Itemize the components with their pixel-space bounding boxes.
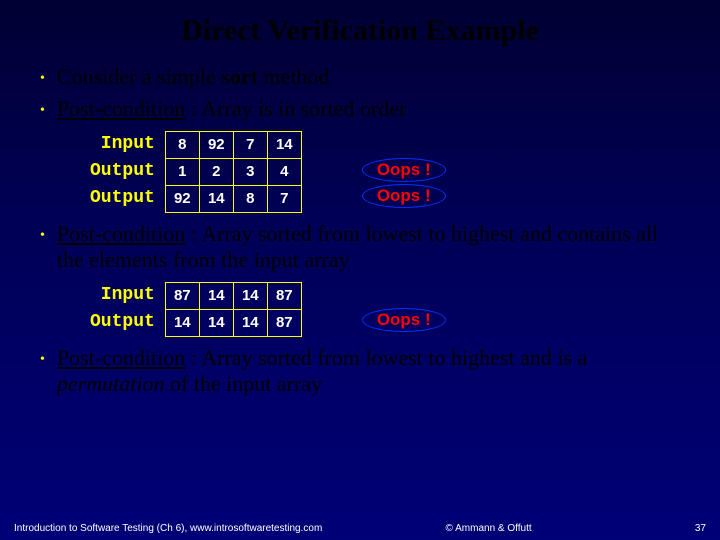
example-1: Input Output Output 8 92 7 14 1 2 3 4 92… bbox=[90, 131, 690, 213]
bullet-3-text: Post-condition : Array sorted from lowes… bbox=[57, 221, 690, 274]
bullet-4-label: Post-condition bbox=[57, 345, 185, 370]
slide-content: • Consider a simple sort method • Post-c… bbox=[0, 64, 720, 397]
bullet-4-text: Post-condition : Array sorted from lowes… bbox=[57, 345, 690, 398]
row-label: Input bbox=[90, 282, 155, 309]
bullet-2-text: Post-condition : Array is in sorted orde… bbox=[57, 96, 407, 122]
page-number: 37 bbox=[695, 523, 706, 534]
bullet-2-label: Post-condition bbox=[57, 96, 185, 121]
bullet-1-post: method bbox=[258, 64, 330, 89]
bullet-2-rest: : Array is in sorted order bbox=[185, 96, 406, 121]
table-cell: 4 bbox=[267, 158, 301, 185]
bullet-1-text: Consider a simple sort method bbox=[57, 64, 330, 90]
slide-title: Direct Verification Example bbox=[0, 0, 720, 58]
table-row: 8 92 7 14 bbox=[165, 131, 301, 158]
example-2-labels: Input Output bbox=[90, 282, 155, 336]
table-cell: 14 bbox=[199, 282, 233, 309]
table-cell: 7 bbox=[233, 131, 267, 158]
table-cell: 2 bbox=[199, 158, 233, 185]
example-1-oops-group: Oops ! Oops ! bbox=[362, 158, 446, 208]
bullet-1-bold: sort bbox=[221, 64, 258, 89]
bullet-dot-icon: • bbox=[40, 228, 45, 244]
table-cell: 14 bbox=[267, 131, 301, 158]
example-2: Input Output 87 14 14 87 14 14 14 87 Oop… bbox=[90, 282, 690, 337]
bullet-3-label: Post-condition bbox=[57, 221, 185, 246]
oops-badge: Oops ! bbox=[362, 158, 446, 182]
row-label: Output bbox=[90, 309, 155, 336]
bullet-1: • Consider a simple sort method bbox=[40, 64, 690, 90]
row-label: Output bbox=[90, 185, 155, 212]
table-cell: 14 bbox=[199, 309, 233, 336]
bullet-1-pre: Consider a simple bbox=[57, 64, 221, 89]
table-cell: 3 bbox=[233, 158, 267, 185]
row-label: Output bbox=[90, 158, 155, 185]
bullet-4: • Post-condition : Array sorted from low… bbox=[40, 345, 690, 398]
table-cell: 14 bbox=[165, 309, 199, 336]
footer: Introduction to Software Testing (Ch 6),… bbox=[0, 523, 720, 534]
bullet-4-italic: permutation bbox=[57, 371, 165, 396]
table-cell: 8 bbox=[165, 131, 199, 158]
table-cell: 7 bbox=[267, 185, 301, 212]
table-cell: 14 bbox=[233, 282, 267, 309]
table-cell: 92 bbox=[199, 131, 233, 158]
table-row: 92 14 8 7 bbox=[165, 185, 301, 212]
table-cell: 87 bbox=[165, 282, 199, 309]
oops-badge: Oops ! bbox=[362, 184, 446, 208]
table-cell: 92 bbox=[165, 185, 199, 212]
table-cell: 87 bbox=[267, 309, 301, 336]
table-cell: 14 bbox=[233, 309, 267, 336]
example-1-labels: Input Output Output bbox=[90, 131, 155, 212]
table-cell: 1 bbox=[165, 158, 199, 185]
footer-left: Introduction to Software Testing (Ch 6),… bbox=[14, 523, 322, 534]
table-cell: 8 bbox=[233, 185, 267, 212]
example-1-table: 8 92 7 14 1 2 3 4 92 14 8 7 bbox=[165, 131, 302, 213]
bullet-dot-icon: • bbox=[40, 352, 45, 368]
table-cell: 87 bbox=[267, 282, 301, 309]
table-cell: 14 bbox=[199, 185, 233, 212]
table-row: 14 14 14 87 bbox=[165, 309, 301, 336]
table-row: 87 14 14 87 bbox=[165, 282, 301, 309]
bullet-3: • Post-condition : Array sorted from low… bbox=[40, 221, 690, 274]
bullet-4-rest-b: of the input array bbox=[164, 371, 322, 396]
bullet-dot-icon: • bbox=[40, 103, 45, 119]
example-2-oops-group: Oops ! bbox=[362, 308, 446, 332]
example-2-table: 87 14 14 87 14 14 14 87 bbox=[165, 282, 302, 337]
table-row: 1 2 3 4 bbox=[165, 158, 301, 185]
bullet-2: • Post-condition : Array is in sorted or… bbox=[40, 96, 690, 122]
bullet-4-rest-a: : Array sorted from lowest to highest an… bbox=[185, 345, 587, 370]
oops-badge: Oops ! bbox=[362, 308, 446, 332]
footer-center: © Ammann & Offutt bbox=[322, 523, 655, 534]
bullet-dot-icon: • bbox=[40, 71, 45, 87]
row-label: Input bbox=[90, 131, 155, 158]
